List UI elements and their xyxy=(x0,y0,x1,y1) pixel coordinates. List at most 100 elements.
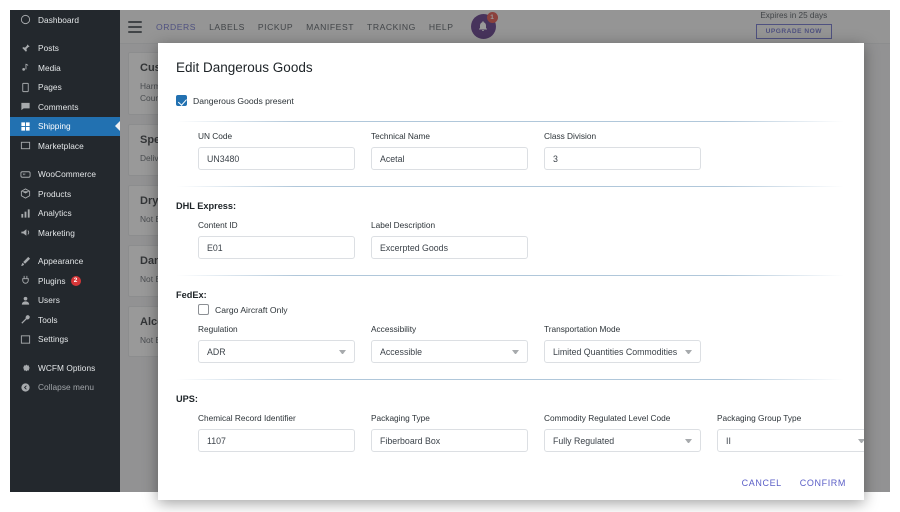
sidebar-item-label: Collapse menu xyxy=(38,382,94,393)
input-packaging-type[interactable]: Fiberboard Box xyxy=(371,429,528,452)
fedex-section-heading: FedEx: xyxy=(176,290,207,300)
sidebar-item-woocommerce[interactable]: WooCommerce xyxy=(10,165,120,185)
modal-body: Dangerous Goods present UN Code UN3480 Tec… xyxy=(158,75,864,466)
modal-title: Edit Dangerous Goods xyxy=(176,60,313,75)
dhl-fields-row: Content ID E01 Label Description Excerpted … xyxy=(176,220,844,259)
media-icon xyxy=(19,61,32,74)
dangerous-goods-present-label: Dangerous Goods present xyxy=(193,95,294,106)
fedex-fields-row: Regulation ADR Accessibility Accessible Tran… xyxy=(176,324,844,363)
sidebar-item-label: Appearance xyxy=(38,256,84,267)
confirm-button[interactable]: CONFIRM xyxy=(800,478,846,488)
field-label: Technical Name xyxy=(371,131,431,141)
field-value: E01 xyxy=(207,242,223,253)
field-value: Accessible xyxy=(380,346,423,357)
divider-dhl xyxy=(176,275,844,276)
dangerous-goods-present-row[interactable]: Dangerous Goods present xyxy=(176,95,844,106)
app-screenshot: Dashboard Posts Media Pages Comments Shipping… xyxy=(0,0,900,512)
field-value: 1107 xyxy=(207,435,226,446)
sidebar-item-badge: 2 xyxy=(70,275,81,286)
sidebar-item-label: Shipping xyxy=(38,121,71,132)
sidebar-item-settings[interactable]: Settings xyxy=(10,330,120,350)
input-class-division[interactable]: 3 xyxy=(544,147,701,170)
sidebar-item-label: Users xyxy=(38,295,60,306)
input-chemical-record-identifier[interactable]: 1107 xyxy=(198,429,355,452)
input-content-id[interactable]: E01 xyxy=(198,236,355,259)
sidebar-item-marketing[interactable]: Marketing xyxy=(10,223,120,243)
cargo-aircraft-only-label: Cargo Aircraft Only xyxy=(215,304,288,315)
field-label: Regulation xyxy=(198,324,238,334)
field-value: Acetal xyxy=(380,153,405,164)
sidebar-item-posts[interactable]: Posts xyxy=(10,39,120,59)
field-value: Excerpted Goods xyxy=(380,242,448,253)
sidebar-item-comments[interactable]: Comments xyxy=(10,97,120,117)
field-label: Content ID xyxy=(198,220,238,230)
sidebar-separator xyxy=(10,30,120,39)
sidebar-item-plugins[interactable]: Plugins 2 xyxy=(10,271,120,291)
megaphone-icon xyxy=(19,226,32,239)
wrench-icon xyxy=(19,313,32,326)
field-group: Packaging Type Fiberboard Box xyxy=(371,413,528,452)
sidebar-item-label: Analytics xyxy=(38,208,72,219)
sidebar-item-shipping[interactable]: Shipping xyxy=(10,116,120,136)
bar-chart-icon xyxy=(19,207,32,220)
select-packaging-group-type[interactable]: II xyxy=(717,429,864,452)
box-icon xyxy=(19,187,32,200)
marketplace-icon xyxy=(19,139,32,152)
chevron-down-icon[interactable] xyxy=(685,438,692,443)
select-transportation-mode[interactable]: Limited Quantities Commodities xyxy=(544,340,701,363)
gear-icon xyxy=(19,361,32,374)
field-group: Label Description Excerpted Goods xyxy=(371,220,528,259)
sidebar-item-collapse-menu[interactable]: Collapse menu xyxy=(10,378,120,398)
sidebar-item-users[interactable]: Users xyxy=(10,291,120,311)
field-label: Packaging Group Type xyxy=(717,413,802,423)
chevron-down-icon[interactable] xyxy=(858,438,864,443)
field-group: Commodity Regulated Level Code Fully Regu… xyxy=(544,413,701,452)
sidebar-separator xyxy=(10,156,120,165)
field-label: Accessibility xyxy=(371,324,417,334)
field-value: Fully Regulated xyxy=(553,435,615,446)
pin-icon xyxy=(19,42,32,55)
chevron-down-icon[interactable] xyxy=(685,349,692,354)
comment-icon xyxy=(19,100,32,113)
sidebar-item-label: Pages xyxy=(38,82,62,93)
sidebar-item-marketplace[interactable]: Marketplace xyxy=(10,136,120,156)
cargo-aircraft-only-checkbox[interactable] xyxy=(198,304,209,315)
sidebar-item-wcfm-options[interactable]: WCFM Options xyxy=(10,358,120,378)
field-label: Commodity Regulated Level Code xyxy=(544,413,671,423)
sidebar-item-dashboard[interactable]: Dashboard xyxy=(10,10,120,30)
modal-footer: CANCEL CONFIRM xyxy=(158,466,864,500)
user-icon xyxy=(19,294,32,307)
sidebar-item-analytics[interactable]: Analytics xyxy=(10,204,120,224)
input-technical-name[interactable]: Acetal xyxy=(371,147,528,170)
dangerous-goods-present-checkbox[interactable] xyxy=(176,95,187,106)
edit-dangerous-goods-modal: Edit Dangerous Goods Dangerous Goods pre… xyxy=(158,43,864,500)
select-accessibility[interactable]: Accessible xyxy=(371,340,528,363)
field-group: Accessibility Accessible xyxy=(371,324,528,363)
chevron-down-icon[interactable] xyxy=(512,349,519,354)
sidebar-item-media[interactable]: Media xyxy=(10,58,120,78)
sidebar-item-appearance[interactable]: Appearance xyxy=(10,252,120,272)
brush-icon xyxy=(19,255,32,268)
input-label-description[interactable]: Excerpted Goods xyxy=(371,236,528,259)
input-un-code[interactable]: UN3480 xyxy=(198,147,355,170)
divider-general xyxy=(176,186,844,187)
sidebar-item-pages[interactable]: Pages xyxy=(10,78,120,98)
sidebar-item-products[interactable]: Products xyxy=(10,184,120,204)
dashboard-icon xyxy=(19,13,32,26)
ups-section-heading: UPS: xyxy=(176,394,198,404)
field-group: Regulation ADR xyxy=(198,324,355,363)
sidebar-item-tools[interactable]: Tools xyxy=(10,310,120,330)
cancel-button[interactable]: CANCEL xyxy=(742,478,782,488)
field-label: UN Code xyxy=(198,131,233,141)
field-group: Chemical Record Identifier 1107 xyxy=(198,413,355,452)
field-group: Transportation Mode Limited Quantities Co… xyxy=(544,324,701,363)
field-value: II xyxy=(726,435,731,446)
chevron-down-icon[interactable] xyxy=(339,349,346,354)
select-regulation[interactable]: ADR xyxy=(198,340,355,363)
field-group: UN Code UN3480 xyxy=(198,131,355,170)
sidebar-item-label: Media xyxy=(38,62,61,73)
cargo-aircraft-only-row[interactable]: Cargo Aircraft Only xyxy=(176,304,844,315)
field-value: 3 xyxy=(553,153,558,164)
select-commodity-regulated-level-code[interactable]: Fully Regulated xyxy=(544,429,701,452)
field-value: UN3480 xyxy=(207,153,240,164)
